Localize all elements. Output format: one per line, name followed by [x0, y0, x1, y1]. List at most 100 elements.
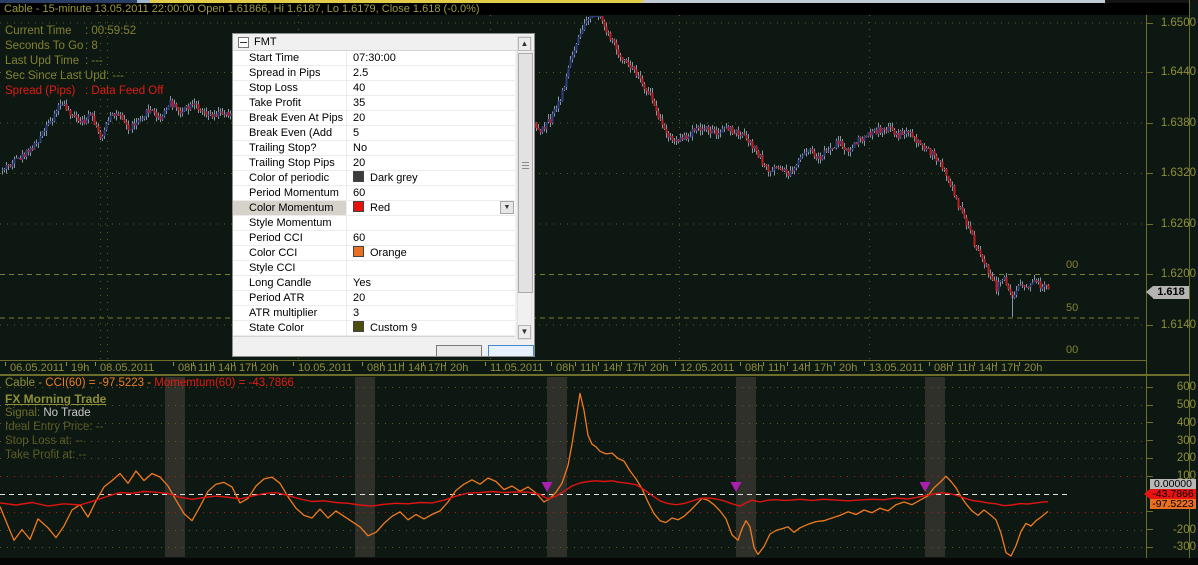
candle	[893, 130, 896, 136]
candle	[611, 39, 614, 41]
candle	[929, 148, 932, 156]
property-row-state-color[interactable]: State Color Custom 9	[233, 321, 515, 336]
candle	[567, 67, 570, 77]
candle	[813, 151, 816, 157]
indicator-axis-label: -300	[1172, 541, 1196, 554]
property-row-break-even-at-pips-profit[interactable]: Break Even At Pips Profit 20	[233, 111, 515, 126]
property-row-color-cci[interactable]: Color CCI Orange	[233, 246, 515, 261]
dialog-scrollbar[interactable]: ▲ ▼	[517, 36, 533, 340]
x-axis-tick-label: 08h	[929, 362, 952, 374]
property-label: Trailing Stop?	[233, 141, 347, 155]
property-value[interactable]: Red ▼	[353, 201, 515, 215]
property-row-spread-in-pips[interactable]: Spread in Pips 2.5	[233, 66, 515, 81]
property-row-stop-loss[interactable]: Stop Loss 40	[233, 81, 515, 96]
candle	[1047, 285, 1050, 290]
candle	[849, 150, 852, 152]
property-value[interactable]: No	[353, 141, 515, 155]
scroll-up-button[interactable]: ▲	[518, 37, 531, 51]
cci-line	[0, 392, 1049, 557]
property-row-period-cci[interactable]: Period CCI 60	[233, 231, 515, 246]
tick-mark	[675, 362, 676, 366]
candle	[995, 280, 998, 292]
property-row-atr-multiplier[interactable]: ATR multiplier 3	[233, 306, 515, 321]
collapse-icon[interactable]	[238, 37, 249, 48]
property-value[interactable]: 20	[353, 111, 515, 125]
property-value[interactable]: 35	[353, 96, 515, 110]
property-row-long-candle-check-[interactable]: Long Candle Check? Yes	[233, 276, 515, 291]
candle	[697, 126, 700, 128]
property-row-start-time[interactable]: Start Time 07:30:00	[233, 51, 515, 66]
dropdown-arrow-icon[interactable]: ▼	[500, 201, 514, 214]
candle	[129, 129, 132, 131]
color-swatch	[353, 321, 364, 332]
candle	[631, 66, 634, 69]
periodic-stripe	[736, 377, 756, 557]
candle	[923, 145, 926, 151]
property-value[interactable]: 20	[353, 291, 515, 305]
property-value[interactable]: 20	[353, 156, 515, 170]
candle	[643, 83, 646, 89]
last-price-value: 1.618	[1157, 286, 1185, 298]
property-value[interactable]: Yes	[353, 276, 515, 290]
candle	[1013, 295, 1016, 298]
fx-ideal-entry: Ideal Entry Price: --	[5, 421, 104, 433]
property-value[interactable]: Orange	[353, 246, 515, 260]
property-row-period-atr[interactable]: Period ATR 20	[233, 291, 515, 306]
momentum-line	[0, 480, 1048, 507]
tick-mark	[293, 362, 294, 366]
candle	[145, 109, 148, 117]
candle	[43, 131, 46, 133]
candle	[785, 168, 788, 174]
tick-mark	[1019, 362, 1020, 366]
property-row-color-momentum[interactable]: Color Momentum Red ▼	[233, 201, 515, 216]
candle	[3, 169, 6, 171]
property-value[interactable]: Dark grey	[353, 171, 515, 185]
scrollbar-thumb[interactable]	[518, 53, 533, 293]
candle	[905, 130, 908, 134]
indicator-axis-label: 200	[1176, 452, 1196, 465]
property-value[interactable]: 5	[353, 126, 515, 140]
property-value[interactable]: 3	[353, 306, 515, 320]
candle	[1031, 282, 1034, 285]
property-row-trailing-stop-[interactable]: Trailing Stop? No	[233, 141, 515, 156]
property-value[interactable]: 60	[353, 231, 515, 245]
info-line: Current Time: 00:59:52	[5, 24, 163, 39]
property-row-style-cci[interactable]: Style CCI	[233, 261, 515, 276]
property-value[interactable]: 60	[353, 186, 515, 200]
candle	[55, 110, 58, 114]
property-value[interactable]	[353, 261, 515, 275]
property-grid: Start Time 07:30:00 Spread in Pips 2.5 Stop …	[233, 51, 515, 337]
property-row-style-momentum[interactable]: Style Momentum	[233, 216, 515, 231]
dialog-header[interactable]: FMT	[233, 34, 534, 51]
property-value[interactable]: 07:30:00	[353, 51, 515, 65]
candle	[1017, 285, 1020, 291]
property-row-take-profit[interactable]: Take Profit 35	[233, 96, 515, 111]
scroll-down-button[interactable]: ▼	[518, 325, 531, 339]
x-axis-tick-label: 11h	[952, 362, 975, 374]
candle	[913, 136, 916, 138]
candle	[563, 87, 566, 91]
candle	[553, 109, 556, 114]
candle	[659, 118, 662, 120]
candle	[921, 144, 924, 146]
cci-readout: CCI(60) = -97.5223 -	[45, 377, 155, 389]
indicator-value-tag: -97.5223	[1150, 499, 1196, 509]
tick-mark	[740, 362, 741, 366]
dialog-button-1[interactable]	[436, 345, 482, 356]
property-row-trailing-stop-pips[interactable]: Trailing Stop Pips 20	[233, 156, 515, 171]
candle	[809, 149, 812, 150]
dialog-button-2[interactable]	[488, 345, 534, 356]
candle	[165, 110, 168, 111]
property-value-text: 60	[353, 187, 366, 199]
fx-signal: Signal: No Trade	[5, 406, 106, 420]
property-value[interactable]	[353, 216, 515, 230]
property-row-break-even-add-pips-[interactable]: Break Even (Add Pips) 5	[233, 126, 515, 141]
property-row-color-of-periodic-stripes[interactable]: Color of periodic stripes Dark grey	[233, 171, 515, 186]
candle	[903, 133, 906, 136]
property-row-period-momentum[interactable]: Period Momentum 60	[233, 186, 515, 201]
property-value[interactable]: Custom 9	[353, 321, 515, 335]
x-axis-tick-label: 11h	[382, 362, 405, 374]
property-value[interactable]: 2.5	[353, 66, 515, 80]
property-value[interactable]: 40	[353, 81, 515, 95]
candle	[687, 136, 690, 140]
